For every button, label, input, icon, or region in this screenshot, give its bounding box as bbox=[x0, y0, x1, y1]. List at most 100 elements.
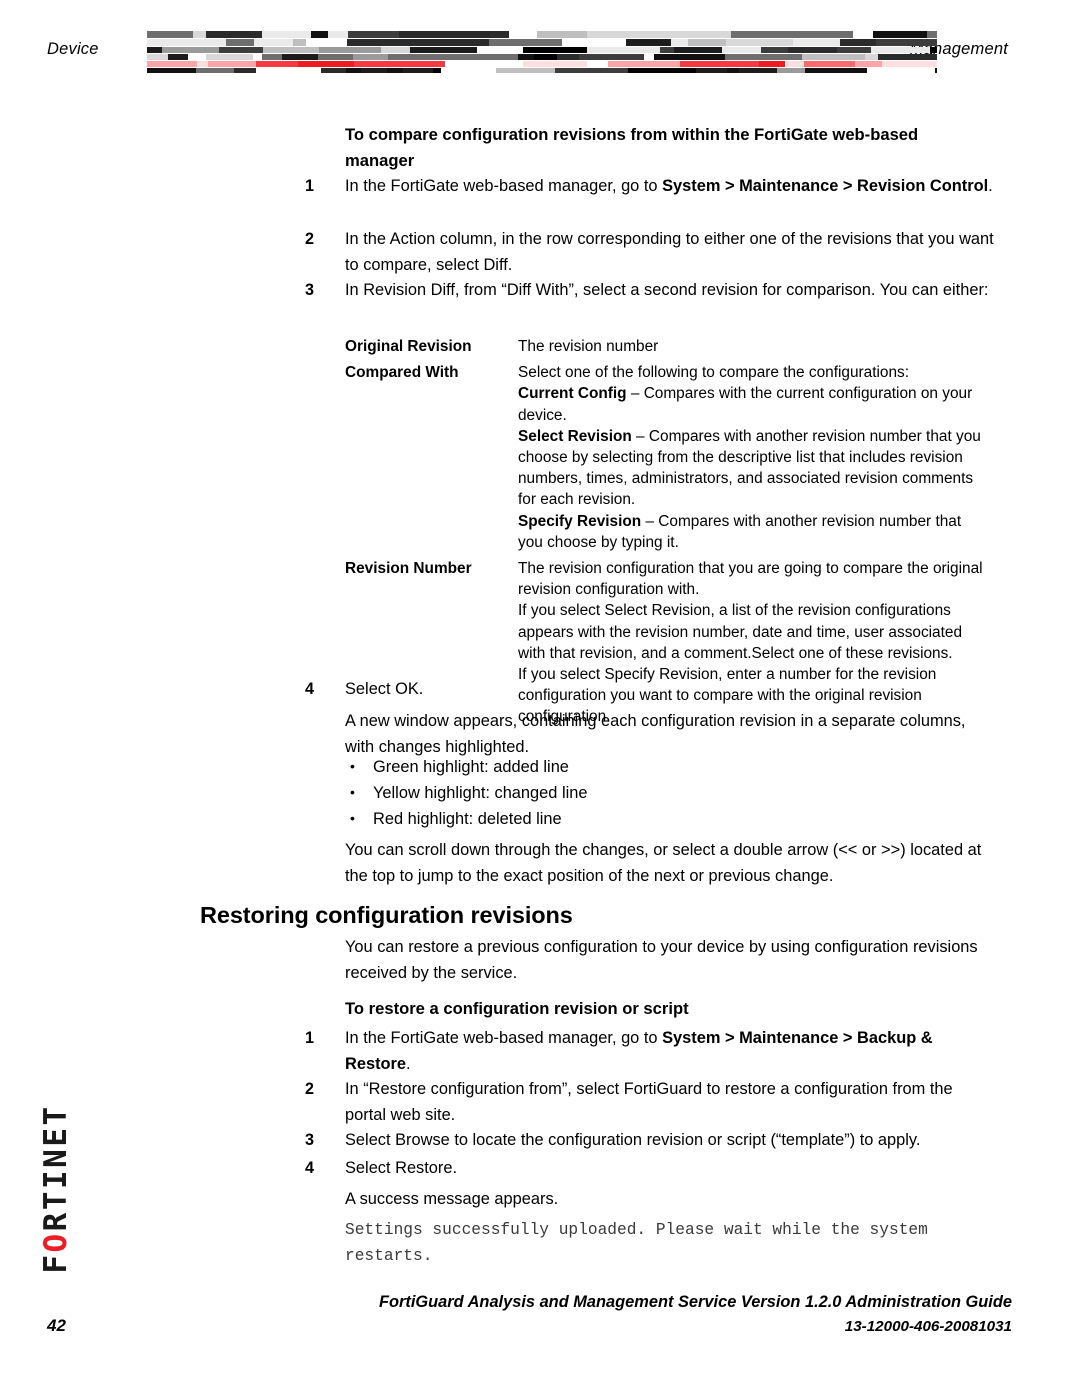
barcode-bar bbox=[855, 61, 883, 67]
definition-paragraph: Specify Revision – Compares with another… bbox=[518, 511, 990, 553]
step-1-2: 2 In the Action column, in the row corre… bbox=[305, 227, 995, 279]
definition-description: The revision number bbox=[518, 336, 990, 357]
step-number: 1 bbox=[305, 177, 315, 195]
definition-paragraph: Current Config – Compares with the curre… bbox=[518, 383, 990, 425]
barcode-bar bbox=[557, 54, 580, 60]
text-run: Select one of the following to compare t… bbox=[518, 364, 909, 382]
barcode-bar bbox=[562, 39, 627, 46]
barcode-bar bbox=[739, 68, 777, 73]
step-number: 4 bbox=[305, 1159, 315, 1177]
text-run: The revision configuration that you are … bbox=[518, 560, 983, 599]
barcode-bar bbox=[317, 54, 353, 60]
barcode-bar bbox=[653, 54, 726, 60]
barcode-bar bbox=[225, 39, 254, 46]
barcode-bar bbox=[374, 61, 445, 67]
list-item: Green highlight: added line bbox=[345, 753, 990, 780]
barcode-bar bbox=[927, 31, 937, 38]
definition-term: Revision Number bbox=[345, 560, 472, 578]
barcode-bar bbox=[233, 68, 257, 73]
barcode-bar bbox=[262, 31, 312, 38]
barcode-bar bbox=[536, 31, 588, 38]
barcode-bar bbox=[870, 47, 931, 53]
barcode-bar bbox=[534, 54, 558, 60]
fortinet-letter-o: O bbox=[38, 1231, 74, 1253]
emphasis-run: Specify Revision bbox=[518, 512, 642, 530]
barcode-bar bbox=[321, 68, 346, 73]
barcode-bar bbox=[147, 39, 226, 46]
barcode-bar bbox=[496, 68, 555, 73]
barcode-bar bbox=[877, 54, 886, 60]
barcode-bar bbox=[876, 39, 937, 46]
procedure-1-title: To compare configuration revisions from … bbox=[345, 125, 919, 170]
barcode-bar bbox=[432, 68, 441, 73]
barcode-bar bbox=[388, 54, 453, 60]
step-2-4: 4 Select Restore. bbox=[305, 1156, 995, 1182]
barcode-bar bbox=[293, 39, 306, 46]
definition-term: Original Revision bbox=[345, 338, 472, 355]
barcode-bar bbox=[208, 61, 256, 67]
barcode-bar bbox=[687, 39, 726, 46]
barcode-bar bbox=[353, 61, 375, 67]
barcode-bar bbox=[352, 54, 389, 60]
step-text: In the FortiGate web-based manager, go t… bbox=[345, 1026, 995, 1078]
barcode-bar bbox=[586, 47, 661, 53]
barcode-bar bbox=[759, 61, 786, 67]
definition-paragraph: The revision number bbox=[518, 336, 990, 357]
barcode-bar bbox=[586, 61, 609, 67]
header-barcode-decoration bbox=[147, 31, 937, 73]
barcode-bar bbox=[346, 39, 421, 46]
step-number: 4 bbox=[305, 680, 315, 698]
barcode-bar bbox=[360, 68, 387, 73]
step-1-4: 4 Select OK. bbox=[305, 677, 995, 703]
barcode-bar bbox=[518, 54, 535, 60]
fortinet-logo: FORTINET bbox=[38, 1078, 74, 1300]
barcode-bar bbox=[253, 39, 294, 46]
step-text: In Revision Diff, from “Diff With”, sele… bbox=[345, 278, 995, 304]
barcode-bar bbox=[168, 54, 188, 60]
barcode-bar bbox=[206, 54, 253, 60]
barcode-bar bbox=[896, 54, 937, 60]
barcode-bar bbox=[195, 68, 234, 73]
barcode-bar bbox=[850, 68, 867, 73]
barcode-bar bbox=[627, 68, 697, 73]
barcode-bar bbox=[477, 47, 523, 53]
text-run: In “Restore configuration from”, select … bbox=[345, 1080, 953, 1124]
barcode-bar bbox=[673, 47, 723, 53]
text-run: . bbox=[988, 177, 993, 195]
barcode-bar bbox=[380, 47, 410, 53]
text-run: Select Restore. bbox=[345, 1159, 458, 1177]
step-number: 3 bbox=[305, 281, 315, 299]
barcode-bar bbox=[680, 61, 760, 67]
step-number: 2 bbox=[305, 230, 315, 248]
barcode-bar bbox=[522, 47, 587, 53]
barcode-strip bbox=[147, 61, 937, 67]
barcode-bar bbox=[147, 31, 193, 38]
list-item: Red highlight: deleted line bbox=[345, 805, 990, 832]
barcode-bar bbox=[147, 61, 197, 67]
barcode-bar bbox=[792, 39, 841, 46]
text-run: In the FortiGate web-based manager, go t… bbox=[345, 1029, 663, 1047]
barcode-bar bbox=[663, 31, 731, 38]
barcode-bar bbox=[327, 31, 348, 38]
list-item: Yellow highlight: changed line bbox=[345, 779, 990, 806]
definition-description: Select one of the following to compare t… bbox=[518, 362, 990, 553]
definition-paragraph: Select one of the following to compare t… bbox=[518, 362, 990, 383]
definition-paragraph: If you select Select Revision, a list of… bbox=[518, 600, 990, 664]
barcode-bar bbox=[793, 31, 854, 38]
barcode-bar bbox=[805, 68, 851, 73]
step-1-3: 3 In Revision Diff, from “Diff With”, se… bbox=[305, 278, 995, 304]
barcode-bar bbox=[660, 47, 674, 53]
page-number: 42 bbox=[47, 1316, 66, 1335]
barcode-bar bbox=[801, 54, 865, 60]
barcode-bar bbox=[192, 31, 207, 38]
barcode-bar bbox=[840, 39, 864, 46]
barcode-bar bbox=[147, 68, 196, 73]
barcode-bar bbox=[671, 39, 688, 46]
barcode-bar bbox=[298, 61, 354, 67]
barcode-bar bbox=[787, 47, 838, 53]
text-run: In the Action column, in the row corresp… bbox=[345, 230, 994, 274]
barcode-bar bbox=[263, 47, 320, 53]
barcode-bar bbox=[696, 68, 727, 73]
barcode-bar bbox=[866, 68, 935, 73]
barcode-bar bbox=[803, 61, 856, 67]
